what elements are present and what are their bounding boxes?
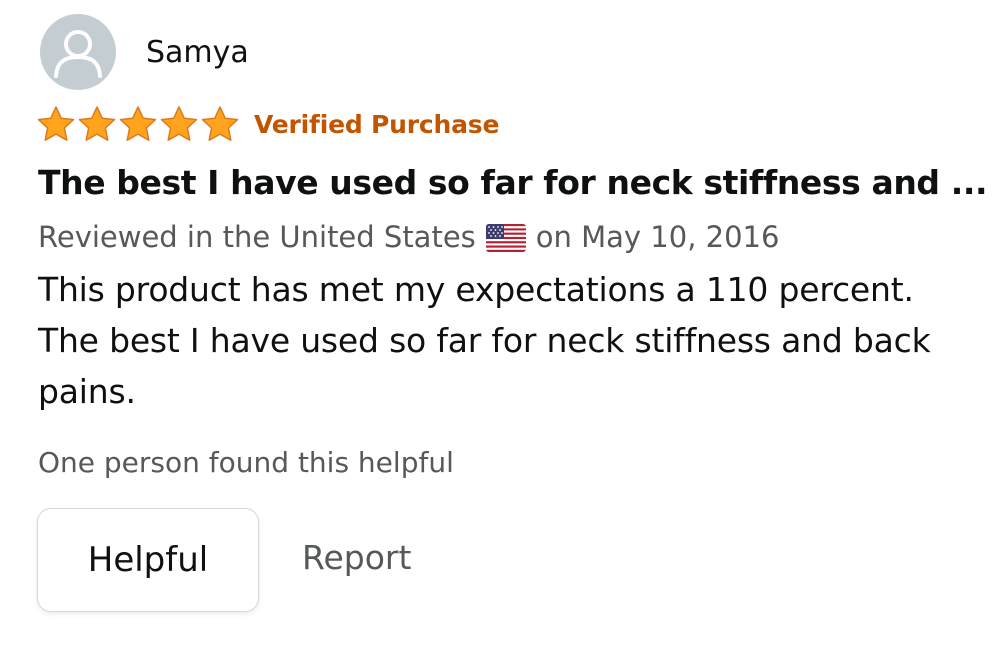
helpful-button[interactable]: Helpful bbox=[37, 508, 259, 612]
review-date: on May 10, 2016 bbox=[535, 220, 780, 254]
helpful-vote-count: One person found this helpful bbox=[38, 446, 454, 479]
star-rating[interactable] bbox=[36, 105, 240, 143]
star-icon bbox=[201, 106, 239, 141]
reviewer-name[interactable]: Samya bbox=[146, 34, 249, 72]
star-icon bbox=[37, 106, 75, 141]
report-link[interactable]: Report bbox=[302, 536, 411, 580]
review-location: Reviewed in the United States bbox=[38, 220, 476, 254]
verified-purchase-badge: Verified Purchase bbox=[254, 109, 500, 139]
star-icon bbox=[78, 106, 116, 141]
review-title[interactable]: The best I have used so far for neck sti… bbox=[38, 160, 988, 206]
star-icon bbox=[119, 106, 157, 141]
review-meta: Reviewed in the United States on May 10,… bbox=[38, 218, 779, 256]
star-icon bbox=[160, 106, 198, 141]
user-avatar-icon bbox=[40, 14, 116, 90]
us-flag-icon bbox=[485, 223, 526, 252]
review-body: This product has met my expectations a 1… bbox=[38, 270, 931, 411]
customer-review: Samya Verified Purchase The best I have … bbox=[0, 0, 1000, 650]
rating-row: Verified Purchase bbox=[36, 104, 499, 144]
